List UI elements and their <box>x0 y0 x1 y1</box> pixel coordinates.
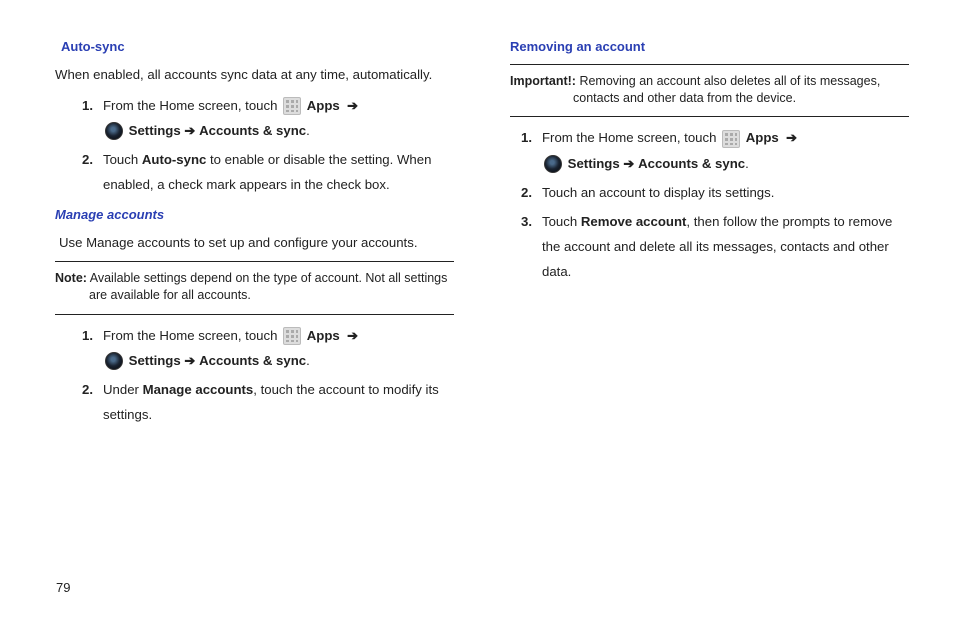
manage-intro: Use Manage accounts to set up and config… <box>59 230 454 255</box>
apps-label: Apps <box>746 130 779 145</box>
arrow-icon: ➔ <box>623 156 634 171</box>
accounts-sync-label: Accounts & sync <box>638 156 745 171</box>
manage-steps: 1. From the Home screen, touch Apps ➔ Se… <box>55 323 454 427</box>
auto-sync-label: Auto-sync <box>142 152 206 167</box>
apps-icon <box>283 327 301 345</box>
settings-icon <box>105 352 123 370</box>
manage-accounts-label: Manage accounts <box>143 382 254 397</box>
step-text: From the Home screen, touch <box>542 130 720 145</box>
note-label: Note: <box>55 271 87 285</box>
note-text: Available settings depend on the type of… <box>87 271 447 302</box>
arrow-icon: ➔ <box>347 98 358 113</box>
apps-icon <box>722 130 740 148</box>
settings-label: Settings <box>129 353 181 368</box>
step-text: From the Home screen, touch <box>103 98 281 113</box>
right-column: Removing an account Important!: Removing… <box>510 35 909 433</box>
left-column: Auto-sync When enabled, all accounts syn… <box>55 35 454 433</box>
list-item: 1. From the Home screen, touch Apps ➔ Se… <box>73 93 454 143</box>
step-text: Touch <box>542 214 581 229</box>
remove-account-label: Remove account <box>581 214 687 229</box>
list-item: 2. Touch an account to display its setti… <box>512 180 909 205</box>
divider <box>510 64 909 65</box>
heading-removing-account: Removing an account <box>510 35 909 60</box>
step-text: From the Home screen, touch <box>103 328 281 343</box>
auto-sync-steps: 1. From the Home screen, touch Apps ➔ Se… <box>55 93 454 197</box>
arrow-icon: ➔ <box>184 353 195 368</box>
apps-label: Apps <box>307 328 340 343</box>
important-text: Removing an account also deletes all of … <box>573 74 880 105</box>
step-text: Touch <box>103 152 142 167</box>
heading-manage-accounts: Manage accounts <box>55 203 454 228</box>
list-item: 1. From the Home screen, touch Apps ➔ Se… <box>512 125 909 175</box>
settings-icon <box>544 155 562 173</box>
settings-label: Settings <box>568 156 620 171</box>
arrow-icon: ➔ <box>347 328 358 343</box>
accounts-sync-label: Accounts & sync <box>199 123 306 138</box>
important-label: Important!: <box>510 74 576 88</box>
page-number: 79 <box>56 576 70 601</box>
arrow-icon: ➔ <box>184 123 195 138</box>
settings-icon <box>105 122 123 140</box>
auto-sync-intro: When enabled, all accounts sync data at … <box>55 62 454 87</box>
apps-icon <box>283 97 301 115</box>
settings-label: Settings <box>129 123 181 138</box>
step-text: Under <box>103 382 143 397</box>
divider <box>55 261 454 262</box>
note-block: Note: Available settings depend on the t… <box>55 270 454 304</box>
list-item: 2. Touch Auto-sync to enable or disable … <box>73 147 454 197</box>
page-columns: Auto-sync When enabled, all accounts syn… <box>55 35 909 433</box>
heading-auto-sync: Auto-sync <box>61 35 454 60</box>
list-item: 1. From the Home screen, touch Apps ➔ Se… <box>73 323 454 373</box>
apps-label: Apps <box>307 98 340 113</box>
removing-steps: 1. From the Home screen, touch Apps ➔ Se… <box>510 125 909 283</box>
arrow-icon: ➔ <box>786 130 797 145</box>
important-block: Important!: Removing an account also del… <box>510 73 909 107</box>
divider <box>510 116 909 117</box>
list-item: 2. Under Manage accounts, touch the acco… <box>73 377 454 427</box>
accounts-sync-label: Accounts & sync <box>199 353 306 368</box>
step-text: Touch an account to display its settings… <box>542 185 774 200</box>
list-item: 3. Touch Remove account, then follow the… <box>512 209 909 284</box>
divider <box>55 314 454 315</box>
